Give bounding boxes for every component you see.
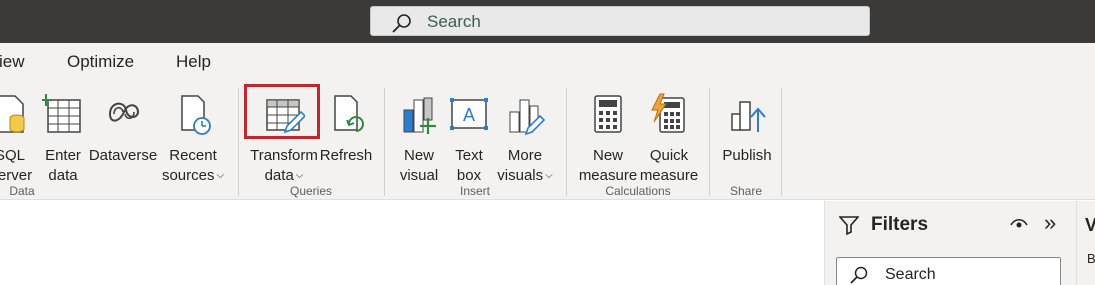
group-separator — [709, 88, 710, 196]
global-search-label: Search — [427, 12, 481, 31]
sql-server-label-2: Server — [0, 167, 33, 184]
refresh-button[interactable]: Refresh — [318, 90, 374, 188]
tab-optimize[interactable]: Optimize — [67, 52, 134, 72]
more-visuals-label-1: More — [507, 147, 543, 164]
group-label-calculations: Calculations — [605, 184, 671, 198]
enter-data-label-2: data — [48, 167, 78, 184]
svg-text:A: A — [463, 105, 475, 125]
collapse-pane-icon[interactable]: » — [1044, 210, 1056, 236]
recent-sources-text: sources — [161, 167, 215, 184]
database-icon — [0, 95, 25, 133]
enter-data-button[interactable]: Enter data — [40, 90, 86, 188]
group-label-insert: Insert — [459, 184, 491, 198]
text-box-icon: A — [450, 98, 488, 130]
title-bar: Search — [0, 0, 1095, 43]
transform-data-text: data — [264, 167, 294, 184]
more-visuals-label-2: visuals ⌵ — [494, 167, 556, 185]
group-separator — [238, 88, 239, 196]
recent-sources-button[interactable]: Recent sources ⌵ — [158, 90, 228, 188]
group-separator — [384, 88, 385, 196]
group-separator — [781, 88, 782, 196]
sql-server-button[interactable]: SQL Server — [0, 90, 38, 188]
sql-server-label-1: SQL — [0, 147, 25, 164]
visualizations-pane: V B — [1076, 201, 1095, 285]
calculator-lightning-icon — [651, 93, 685, 133]
visualizations-title: V — [1085, 215, 1095, 236]
new-visual-label-1: New — [403, 147, 434, 164]
quick-measure-button[interactable]: Quick measure — [638, 90, 700, 188]
new-measure-button[interactable]: New measure — [578, 90, 638, 188]
table-grid-icon — [42, 94, 81, 133]
transform-data-label-1: Transform — [250, 147, 318, 164]
document-clock-icon — [181, 95, 211, 135]
publish-label-1: Publish — [722, 147, 772, 164]
recent-sources-label-2: sources ⌵ — [158, 167, 228, 185]
search-icon — [850, 266, 868, 284]
global-search-box[interactable]: Search — [370, 6, 870, 36]
publish-icon — [731, 101, 766, 132]
publish-button[interactable]: Publish — [716, 90, 778, 188]
eye-icon[interactable] — [1010, 217, 1028, 231]
text-box-button[interactable]: A Text box — [446, 90, 492, 188]
new-measure-label-2: measure — [578, 167, 638, 184]
filters-search-input[interactable]: Search — [836, 257, 1061, 285]
quick-measure-label-2: measure — [639, 167, 699, 184]
filter-icon — [839, 216, 859, 235]
enter-data-label-1: Enter — [45, 147, 81, 164]
filters-search-placeholder: Search — [885, 266, 936, 283]
ribbon: SQL Server Enter data Dataverse — [0, 80, 1095, 200]
text-box-label-2: box — [456, 167, 482, 184]
dataverse-icon — [108, 102, 140, 122]
search-icon — [392, 14, 411, 33]
text-box-label-1: Text — [455, 147, 483, 164]
tab-view[interactable]: View — [0, 52, 25, 72]
chevron-down-icon: ⌵ — [545, 170, 553, 182]
chart-pencil-icon — [509, 99, 546, 136]
new-visual-label-2: visual — [399, 167, 439, 184]
group-separator — [566, 88, 567, 196]
report-canvas[interactable] — [0, 201, 824, 285]
chevron-down-icon: ⌵ — [216, 170, 225, 182]
build-visual-label: B — [1087, 251, 1095, 266]
tab-help[interactable]: Help — [176, 52, 211, 72]
more-visuals-text: visuals — [497, 167, 544, 184]
menu-bar: View Optimize Help — [0, 43, 1095, 80]
filters-title: Filters — [871, 214, 929, 235]
chevron-down-icon: ⌵ — [295, 170, 304, 182]
more-visuals-button[interactable]: More visuals ⌵ — [494, 90, 556, 188]
document-refresh-icon — [334, 95, 364, 132]
refresh-label-1: Refresh — [319, 147, 373, 164]
transform-data-label-2: data ⌵ — [248, 167, 320, 185]
bar-chart-plus-icon — [403, 97, 436, 134]
group-label-data: Data — [9, 184, 35, 198]
group-label-share: Share — [729, 184, 763, 198]
calculator-icon — [594, 95, 622, 133]
new-visual-button[interactable]: New visual — [394, 90, 444, 188]
filters-pane: Filters » Search — [824, 201, 1076, 285]
group-label-queries: Queries — [289, 184, 333, 198]
recent-sources-label-1: Recent — [169, 147, 217, 164]
transform-data-highlight — [244, 84, 320, 139]
quick-measure-label-1: Quick — [649, 147, 689, 164]
dataverse-label-1: Dataverse — [88, 147, 158, 164]
new-measure-label-1: New — [592, 147, 623, 164]
dataverse-button[interactable]: Dataverse — [88, 90, 158, 188]
